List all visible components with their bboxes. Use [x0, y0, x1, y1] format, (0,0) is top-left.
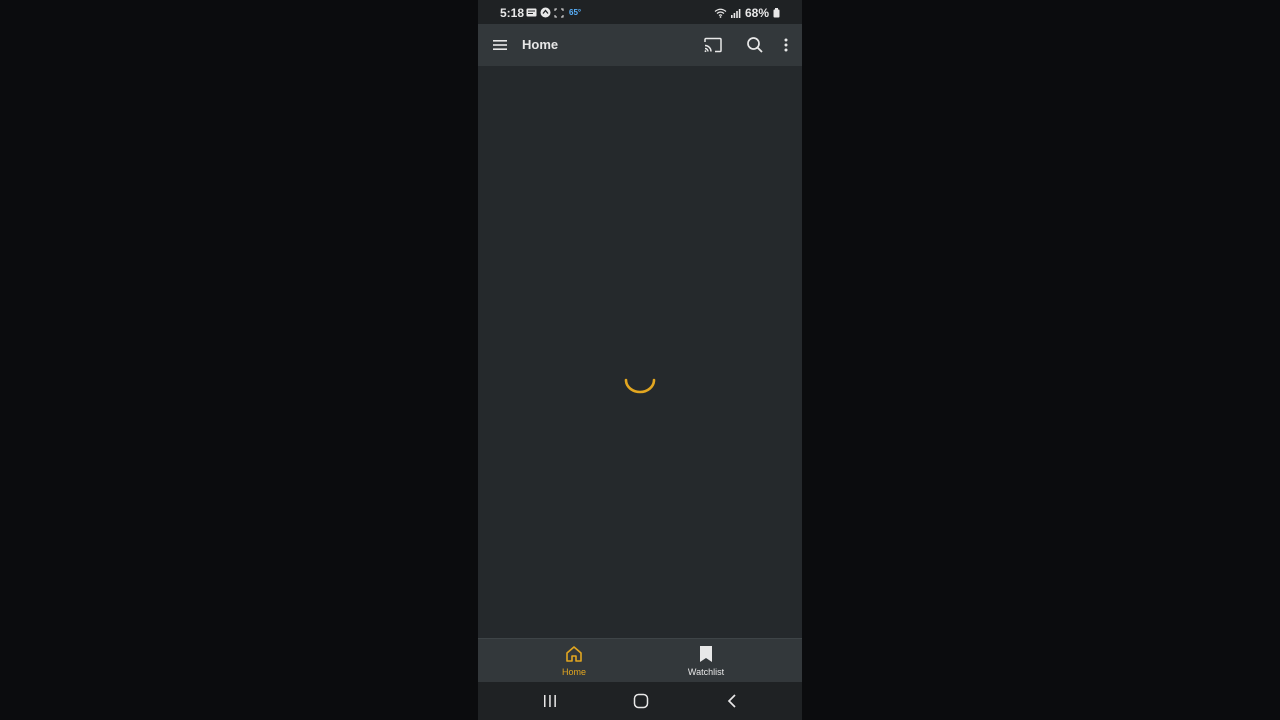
page: 5:18 65° 68% Home Home Watchlist — [0, 0, 1280, 720]
status-bar: 5:18 65° 68% — [478, 0, 802, 24]
home-icon — [566, 646, 582, 662]
phone-screen: 5:18 65° 68% Home Home Watchlist — [478, 0, 802, 720]
wifi-icon — [714, 8, 727, 18]
recents-icon[interactable] — [540, 692, 560, 710]
menu-icon[interactable] — [490, 35, 510, 55]
status-temperature: 65° — [569, 8, 582, 17]
bookmark-icon — [700, 646, 712, 662]
nav-item-home[interactable]: Home — [534, 644, 614, 682]
signal-icon — [730, 9, 741, 18]
more-vert-icon[interactable] — [778, 35, 794, 55]
status-notification-icons: 65° — [526, 7, 581, 18]
message-icon — [526, 8, 537, 17]
app-icon — [540, 7, 551, 18]
home-circle-icon[interactable] — [631, 692, 651, 710]
back-icon[interactable] — [722, 692, 742, 710]
battery-percentage: 68% — [744, 6, 769, 20]
nav-item-watchlist[interactable]: Watchlist — [666, 644, 746, 682]
status-time: 5:18 — [500, 6, 525, 20]
app-bar: Home — [478, 24, 802, 66]
bottom-navigation: Home Watchlist — [478, 638, 802, 683]
content-area — [478, 66, 802, 638]
page-title: Home — [522, 37, 559, 52]
nav-label-watchlist: Watchlist — [687, 667, 725, 677]
system-navigation-bar — [478, 682, 802, 720]
screenshot-icon — [554, 8, 564, 17]
status-system-icons: 68% — [714, 6, 780, 20]
nav-label-home: Home — [561, 667, 586, 677]
battery-icon — [773, 8, 780, 18]
cast-icon[interactable] — [703, 35, 723, 55]
loading-spinner-icon — [624, 378, 656, 394]
search-icon[interactable] — [745, 35, 765, 55]
